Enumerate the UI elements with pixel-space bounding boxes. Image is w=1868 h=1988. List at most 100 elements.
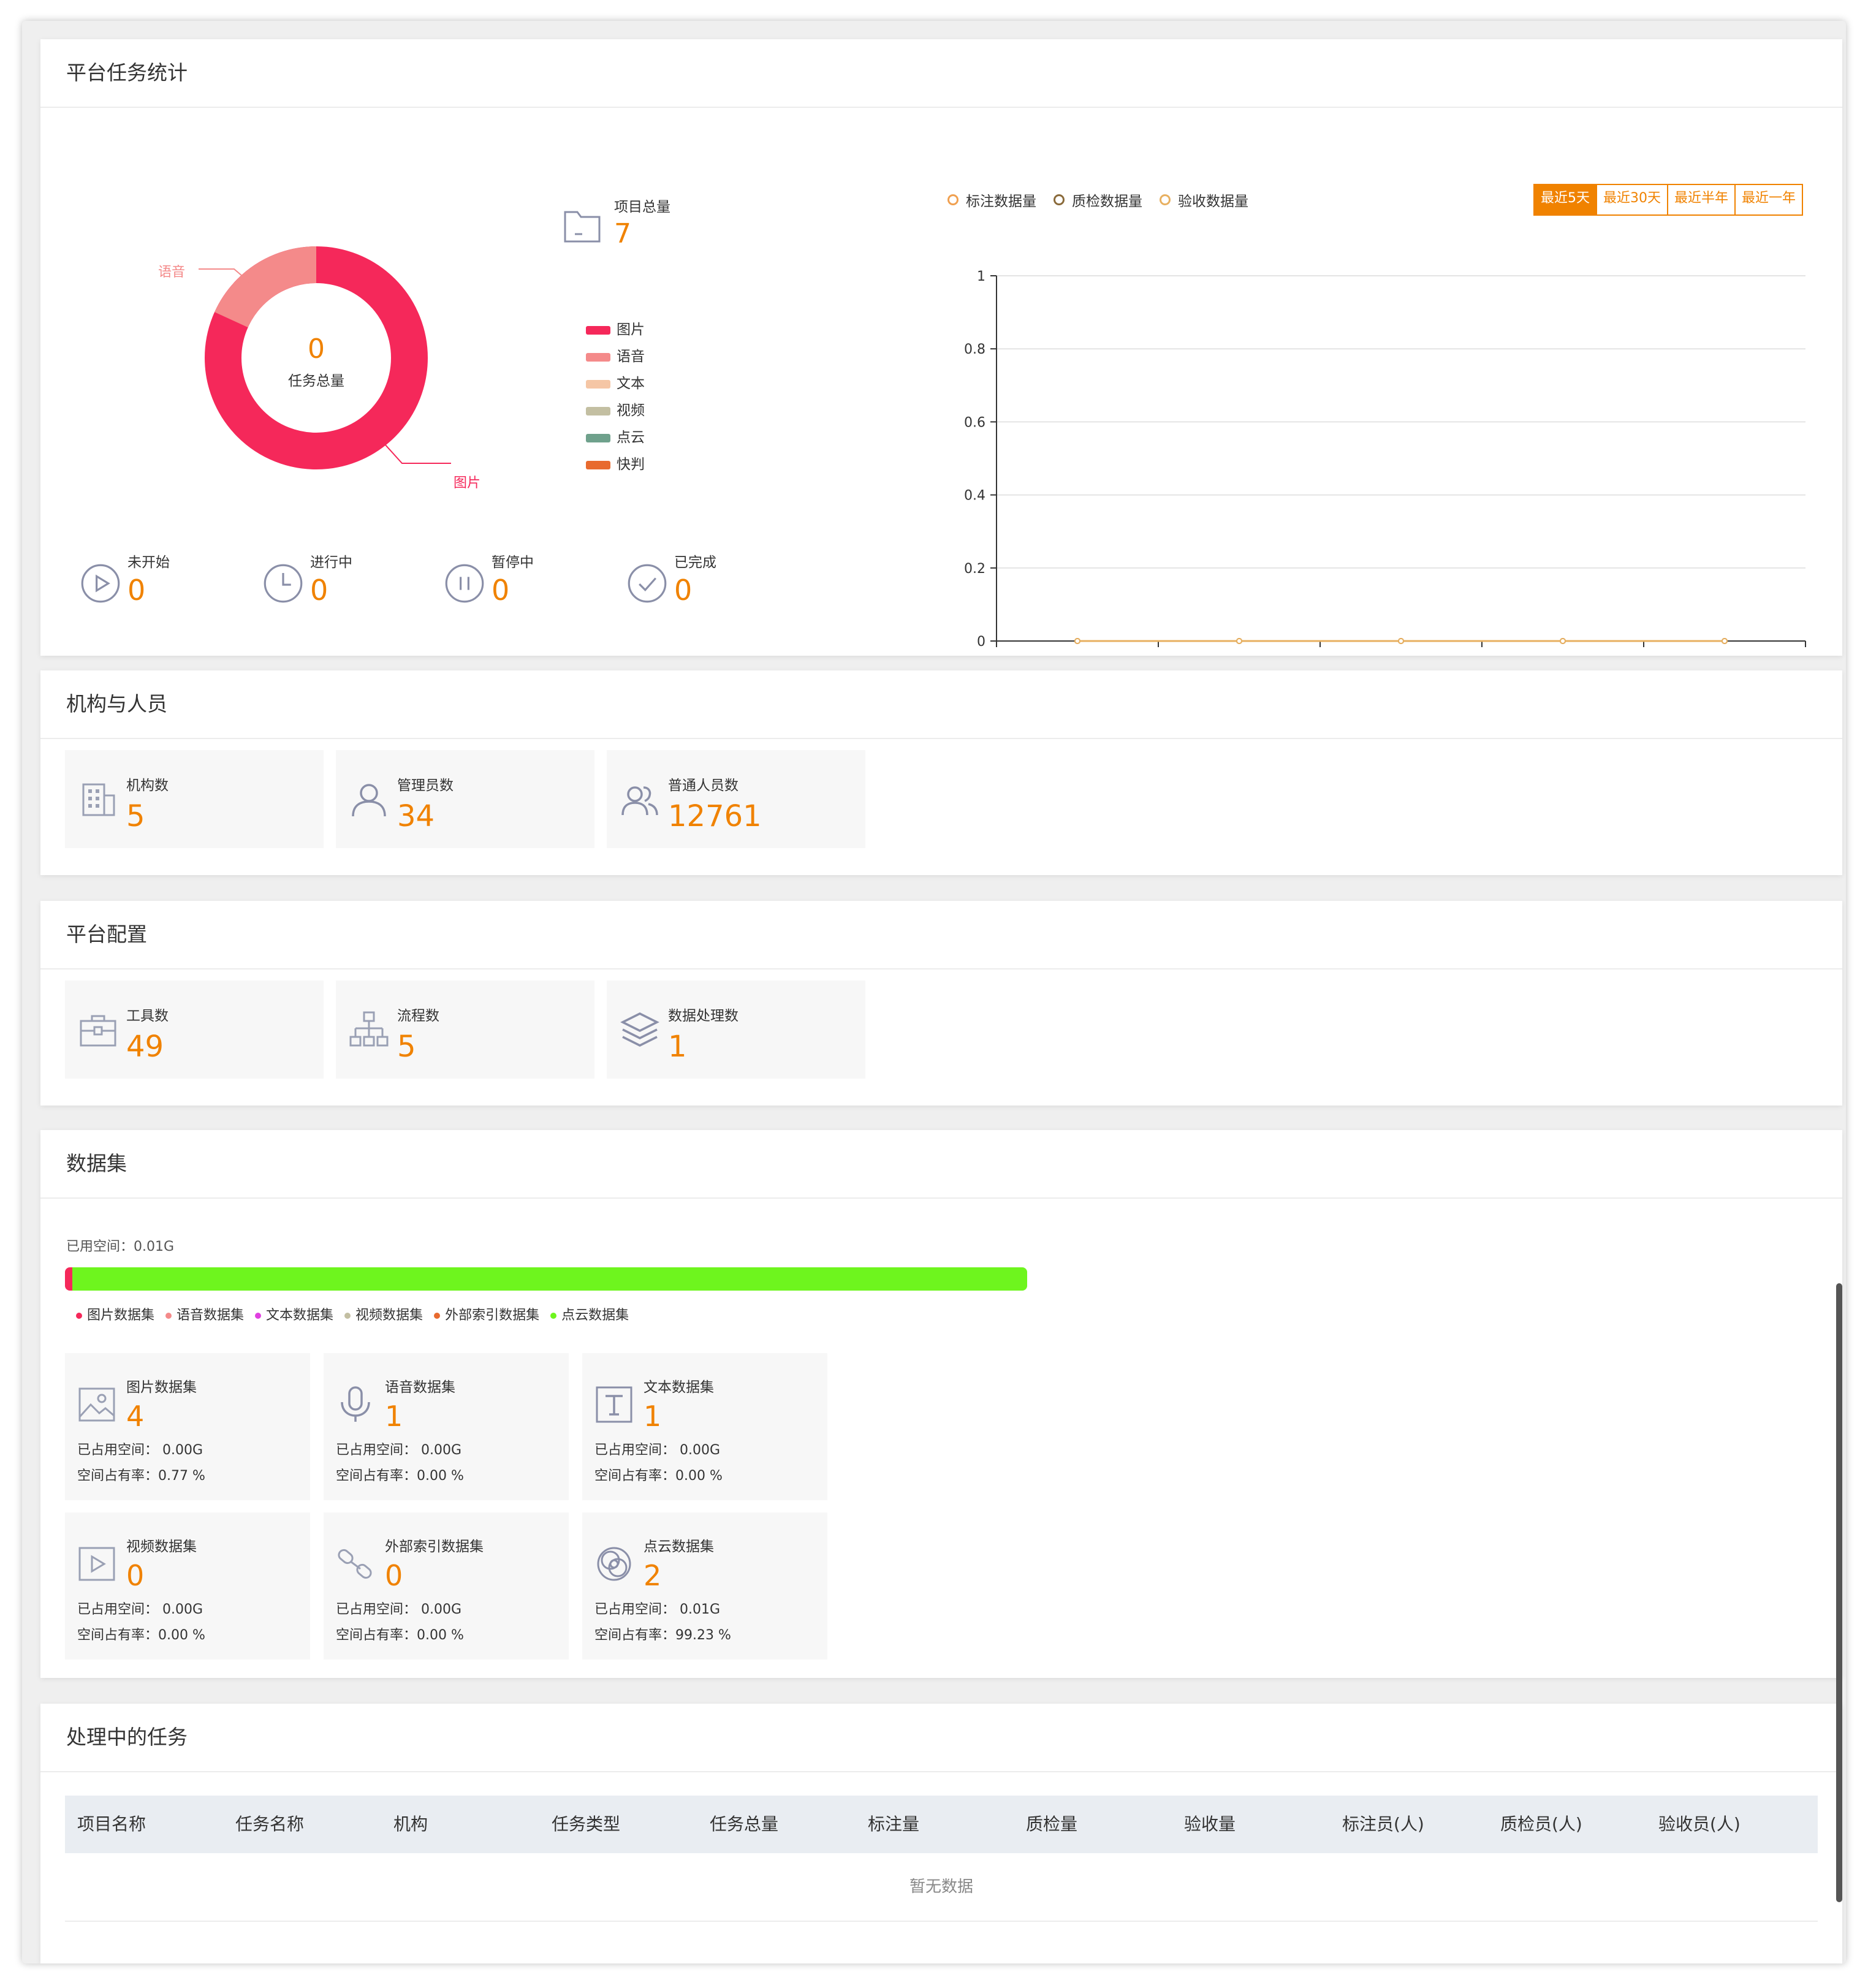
donut-label-voice: 语音 — [158, 265, 186, 280]
legend-label: 质检数据量 — [1072, 194, 1142, 210]
status-completed: 已完成 0 — [613, 550, 772, 624]
task-stats-title: 平台任务统计 — [66, 61, 188, 85]
donut-legend-item[interactable]: 点云 — [586, 425, 645, 446]
status-not-started: 未开始 0 — [66, 550, 226, 624]
project-total-label: 项目总量 — [614, 199, 670, 215]
table-column-header[interactable]: 任务总量 — [710, 1796, 778, 1853]
dataset-card-video[interactable]: 视频数据集 0 已占用空间： 0.00G 空间占有率：0.00 % — [65, 1512, 310, 1660]
table-column-header[interactable]: 验收量 — [1184, 1796, 1236, 1853]
dataset-space: 已占用空间： 0.00G — [336, 1602, 462, 1617]
vertical-scrollbar[interactable] — [1836, 1283, 1842, 1902]
divider — [40, 1197, 1842, 1199]
y-tick-label: 0.6 — [964, 415, 985, 430]
table-column-header[interactable]: 验收员(人) — [1658, 1796, 1741, 1853]
range-year-button[interactable]: 最近一年 — [1736, 185, 1802, 214]
divider — [40, 1771, 1842, 1772]
play-circle-icon — [81, 564, 120, 603]
flow-count-value: 5 — [397, 1030, 416, 1064]
series-point — [1722, 638, 1728, 644]
table-column-header[interactable]: 标注员(人) — [1342, 1796, 1424, 1853]
member-count-value: 12761 — [668, 799, 762, 833]
line-legend-item[interactable]: 质检数据量 — [1054, 188, 1142, 212]
legend-label: 语音 — [617, 349, 645, 365]
time-range-selector: 最近5天 最近30天 最近半年 最近一年 — [1533, 184, 1804, 216]
toolbox-icon — [80, 1015, 116, 1047]
table-column-header[interactable]: 项目名称 — [77, 1796, 146, 1853]
status-in-progress: 进行中 0 — [249, 550, 408, 624]
org-card: 机构与人员 机构数 5 管理员数 34 普通人员数 12761 — [40, 670, 1842, 875]
project-total-value: 7 — [614, 218, 631, 249]
line-legend-item[interactable]: 标注数据量 — [947, 188, 1036, 212]
range-5days-button[interactable]: 最近5天 — [1535, 185, 1597, 214]
dataset-card-image[interactable]: 图片数据集 4 已占用空间： 0.00G 空间占有率：0.77 % — [65, 1353, 310, 1500]
line-legend-item[interactable]: 验收数据量 — [1160, 188, 1248, 212]
legend-label: 快判 — [617, 457, 645, 472]
text-icon — [596, 1386, 632, 1423]
tasks-title: 处理中的任务 — [66, 1725, 188, 1749]
legend-label: 标注数据量 — [966, 194, 1036, 210]
y-tick-label: 0.8 — [964, 342, 985, 357]
donut-legend-item[interactable]: 快判 — [586, 452, 645, 473]
table-column-header[interactable]: 任务类型 — [552, 1796, 620, 1853]
image-icon — [78, 1387, 115, 1422]
dataset-value: 1 — [644, 1400, 662, 1433]
dataset-card-text[interactable]: 文本数据集 1 已占用空间： 0.00G 空间占有率：0.00 % — [582, 1353, 827, 1500]
donut-legend-item[interactable]: 文本 — [586, 371, 645, 392]
donut-label-image: 图片 — [454, 476, 481, 491]
table-column-header[interactable]: 标注量 — [868, 1796, 919, 1853]
tool-count-box: 工具数 49 — [65, 981, 324, 1079]
config-title: 平台配置 — [66, 922, 147, 946]
donut-legend-item[interactable]: 图片 — [586, 317, 645, 338]
legend-label: 文本 — [617, 376, 645, 392]
usage-segment[interactable] — [65, 1267, 73, 1291]
dataset-rate: 空间占有率：99.23 % — [594, 1628, 731, 1643]
table-column-header[interactable]: 质检量 — [1026, 1796, 1077, 1853]
donut-legend-item[interactable]: 语音 — [586, 344, 645, 365]
dataset-rate: 空间占有率：0.00 % — [594, 1468, 723, 1484]
clock-icon — [264, 564, 303, 603]
dataset-card-pointcloud[interactable]: 点云数据集 2 已占用空间： 0.01G 空间占有率：99.23 % — [582, 1512, 827, 1660]
process-count-value: 1 — [668, 1030, 687, 1064]
table-column-header[interactable]: 机构 — [393, 1796, 428, 1853]
series-point — [1074, 638, 1080, 644]
legend-circle — [1160, 194, 1171, 205]
tasks-empty-text: 暂无数据 — [909, 1878, 973, 1896]
dataset-label: 外部索引数据集 — [385, 1539, 484, 1555]
dataset-value: 0 — [385, 1559, 403, 1592]
donut-slice-voice[interactable] — [215, 246, 316, 328]
dataset-rate: 空间占有率：0.00 % — [77, 1628, 205, 1643]
status-value: 0 — [127, 574, 146, 607]
status-value: 0 — [310, 574, 328, 607]
legend-dot — [255, 1313, 262, 1319]
process-count-label: 数据处理数 — [668, 1008, 738, 1024]
microphone-icon — [341, 1386, 370, 1422]
dataset-card-external-index[interactable]: 外部索引数据集 0 已占用空间： 0.00G 空间占有率：0.00 % — [324, 1512, 569, 1660]
users-icon — [621, 786, 658, 816]
dataset-card: 数据集 已用空间：0.01G 图片数据集 语音数据集 文本数据集 视频数据集 外部索引数… — [40, 1130, 1842, 1678]
range-30days-button[interactable]: 最近30天 — [1597, 185, 1668, 214]
series-point — [1560, 638, 1566, 644]
legend-dot — [76, 1313, 82, 1319]
legend-label: 语音数据集 — [177, 1308, 245, 1323]
flow-count-box: 流程数 5 — [336, 981, 594, 1079]
dataset-label: 语音数据集 — [385, 1379, 455, 1395]
dataset-value: 4 — [126, 1400, 145, 1433]
bar-legend-item: 点云数据集 — [550, 1304, 629, 1324]
dataset-space: 已占用空间： 0.01G — [594, 1602, 721, 1617]
donut-center-value: 0 — [308, 333, 325, 365]
legend-label: 视频数据集 — [355, 1308, 423, 1323]
org-count-box: 机构数 5 — [65, 750, 324, 848]
y-tick-label: 0.2 — [964, 561, 985, 577]
dashboard-window: 平台任务统计 语音 图片 0 任务总量 项目总量 7 图片 语音 文本 视频 点云 快判 … — [22, 21, 1846, 1963]
folder-icon — [564, 211, 601, 243]
donut-legend-item[interactable]: 视频 — [586, 398, 645, 419]
tasks-table-header: 项目名称 任务名称 机构 任务类型 任务总量 标注量 质检量 验收量 标注员(人) 质检员(人) 验… — [65, 1796, 1818, 1853]
table-column-header[interactable]: 质检员(人) — [1500, 1796, 1582, 1853]
legend-swatch — [586, 460, 610, 469]
usage-segment[interactable] — [72, 1267, 1027, 1291]
storage-usage-bar — [65, 1267, 1027, 1291]
table-column-header[interactable]: 任务名称 — [235, 1796, 304, 1853]
status-label: 未开始 — [127, 555, 170, 571]
range-halfyear-button[interactable]: 最近半年 — [1668, 185, 1736, 214]
dataset-card-voice[interactable]: 语音数据集 1 已占用空间： 0.00G 空间占有率：0.00 % — [324, 1353, 569, 1500]
